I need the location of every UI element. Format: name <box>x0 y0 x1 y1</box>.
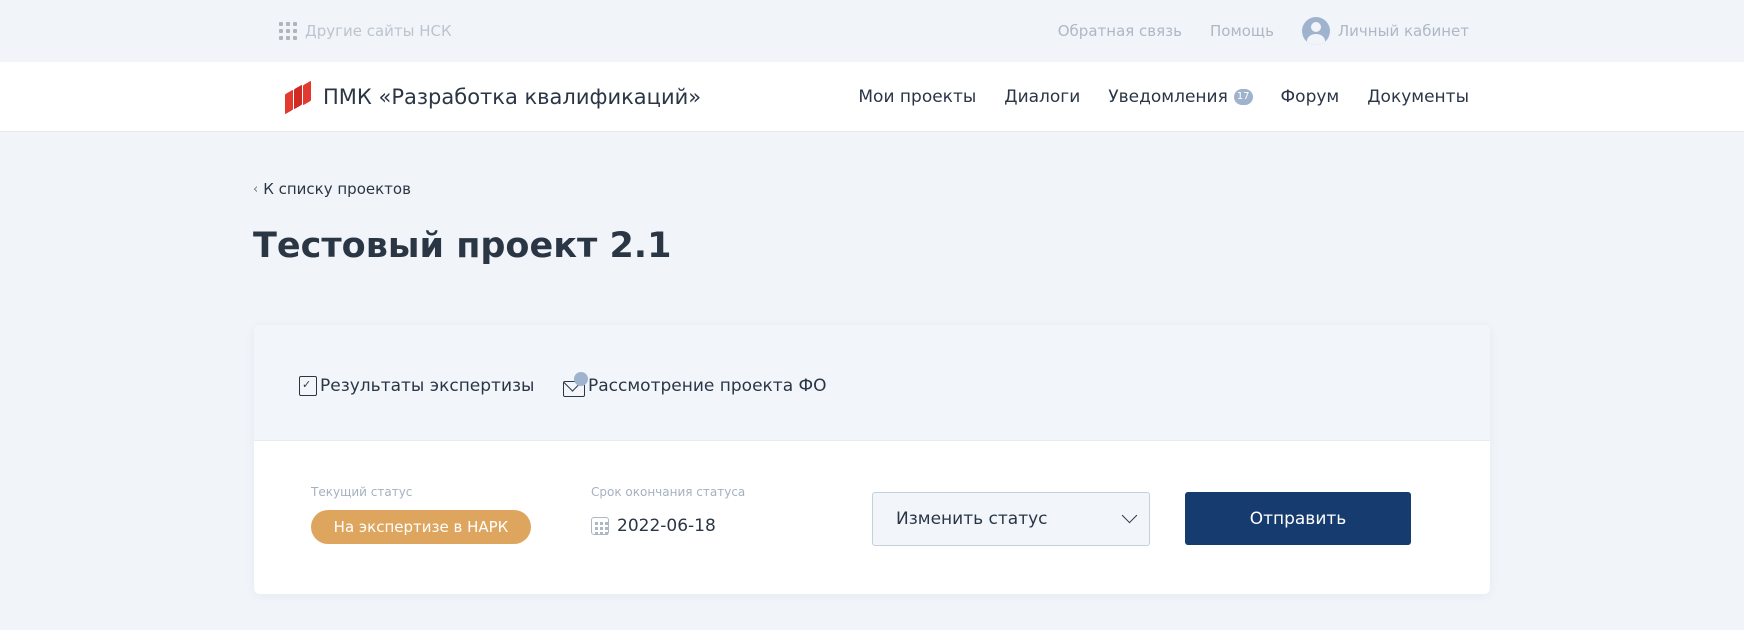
project-tabs: Результаты экспертизы Рассмотрение проек… <box>254 325 1490 441</box>
status-deadline-value: 2022-06-18 <box>617 516 716 536</box>
user-avatar-icon <box>1301 17 1330 45</box>
nav-item-dialogs[interactable]: Диалоги <box>1004 87 1080 107</box>
brand-logo-icon <box>285 80 313 115</box>
nav-item-notifications-label: Уведомления <box>1108 87 1228 107</box>
main-header: ПМК «Разработка квалификаций» Мои проект… <box>0 62 1744 132</box>
document-check-icon <box>299 376 317 396</box>
page-title: Тестовый проект 2.1 <box>253 226 672 266</box>
top-utility-bar: Другие сайты НСК Обратная связь Помощь Л… <box>0 0 1744 62</box>
main-nav: Мои проекты Диалоги Уведомления 17 Форум… <box>858 84 1469 110</box>
nav-item-documents[interactable]: Документы <box>1367 87 1469 107</box>
change-status-placeholder: Изменить статус <box>896 509 1048 529</box>
brand[interactable]: ПМК «Разработка квалификаций» <box>285 80 702 115</box>
current-status-badge: На экспертизе в НАРК <box>311 510 531 544</box>
tab-fo-review-label: Рассмотрение проекта ФО <box>588 376 827 396</box>
breadcrumb-label: К списку проектов <box>263 180 411 198</box>
back-to-projects-link[interactable]: ‹ К списку проектов <box>253 180 411 198</box>
nav-item-forum[interactable]: Форум <box>1281 87 1340 107</box>
current-status-label: Текущий статус <box>311 485 413 499</box>
other-sites-link[interactable]: Другие сайты НСК <box>279 20 452 42</box>
tab-expertise-results[interactable]: Результаты экспертизы <box>299 373 534 399</box>
tab-fo-review[interactable]: Рассмотрение проекта ФО <box>563 372 827 399</box>
envelope-icon <box>563 372 588 397</box>
nav-item-notifications[interactable]: Уведомления 17 <box>1108 87 1253 107</box>
chevron-left-icon: ‹ <box>253 181 259 197</box>
nav-item-my-projects[interactable]: Мои проекты <box>858 87 976 107</box>
chevron-down-icon <box>1121 507 1138 524</box>
project-card: Результаты экспертизы Рассмотрение проек… <box>254 325 1490 594</box>
help-link[interactable]: Помощь <box>1210 22 1274 40</box>
feedback-link[interactable]: Обратная связь <box>1058 22 1182 40</box>
tab-expertise-results-label: Результаты экспертизы <box>320 376 535 396</box>
apps-grid-icon <box>279 22 297 40</box>
calendar-icon <box>591 517 609 535</box>
send-button[interactable]: Отправить <box>1185 492 1411 545</box>
status-deadline: 2022-06-18 <box>591 513 716 539</box>
other-sites-label: Другие сайты НСК <box>305 22 452 40</box>
brand-title: ПМК «Разработка квалификаций» <box>323 85 702 109</box>
change-status-select[interactable]: Изменить статус <box>872 492 1150 546</box>
notification-dot <box>574 372 588 386</box>
utility-links: Обратная связь Помощь Личный кабинет <box>1058 17 1469 45</box>
status-deadline-label: Срок окончания статуса <box>591 485 746 499</box>
personal-cabinet-label: Личный кабинет <box>1337 22 1469 40</box>
personal-cabinet-link[interactable]: Личный кабинет <box>1301 17 1469 45</box>
notifications-count-badge: 17 <box>1233 89 1253 105</box>
